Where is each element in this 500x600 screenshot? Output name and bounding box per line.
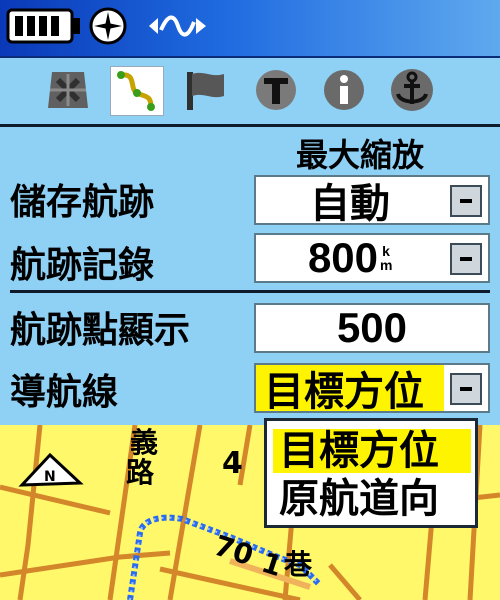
battery-icon: [6, 6, 82, 46]
tab-info[interactable]: [318, 66, 370, 114]
chevron-down-icon[interactable]: [450, 243, 482, 275]
map-icon: [48, 72, 88, 108]
tab-track[interactable]: [110, 66, 164, 116]
tab-bar: [0, 58, 500, 122]
chevron-down-icon[interactable]: [450, 373, 482, 405]
track-points-label: 航跡點顯示: [10, 310, 191, 351]
tab-map[interactable]: [42, 66, 94, 114]
save-track-label: 儲存航跡: [10, 182, 155, 223]
tab-waypoints[interactable]: [180, 66, 232, 114]
svg-text:N: N: [44, 469, 56, 485]
map-label-lu: 路: [126, 456, 155, 489]
save-track-select[interactable]: 自動: [254, 175, 490, 227]
save-track-value: 自動: [310, 181, 390, 227]
nav-line-value: 目標方位: [256, 365, 444, 415]
menu-item-bearing[interactable]: 目標方位: [273, 429, 471, 473]
signal-icon: [146, 6, 208, 46]
map-label-4: 4: [222, 446, 243, 481]
text-icon: [256, 70, 296, 110]
divider: [10, 290, 490, 293]
chevron-down-icon[interactable]: [450, 185, 482, 217]
track-log-label: 航跡記錄: [10, 245, 155, 286]
track-points-field[interactable]: 500: [254, 303, 490, 353]
flag-icon: [187, 72, 224, 110]
max-zoom-header: 最大縮放: [296, 136, 425, 174]
info-icon: [324, 70, 364, 110]
tab-marine[interactable]: [386, 66, 438, 114]
tab-text[interactable]: [250, 66, 302, 114]
track-log-number: 800: [307, 234, 379, 281]
track-points-value: 500: [336, 304, 408, 351]
compass-icon: [88, 6, 128, 46]
status-bar: [0, 0, 500, 58]
menu-item-course[interactable]: 原航道向: [273, 477, 471, 521]
north-arrow-icon: N: [18, 452, 84, 487]
track-log-value: 800 k m: [256, 234, 444, 281]
nav-line-select[interactable]: 目標方位: [254, 363, 490, 415]
nav-line-label: 導航線: [10, 372, 119, 413]
track-log-unit: k m: [380, 244, 392, 272]
nav-line-dropdown-menu: 目標方位 原航道向: [264, 418, 478, 528]
map-label-xiang: 巷: [284, 548, 313, 581]
unit-bottom: m: [380, 257, 393, 273]
map-label-yi: 義: [130, 426, 159, 459]
track-setup-panel: 最大縮放 儲存航跡 自動 航跡記錄 800 k m 航跡點顯示 500 導航線 …: [0, 127, 500, 425]
anchor-icon: [391, 69, 433, 111]
track-icon: [117, 71, 155, 111]
track-log-select[interactable]: 800 k m: [254, 233, 490, 283]
